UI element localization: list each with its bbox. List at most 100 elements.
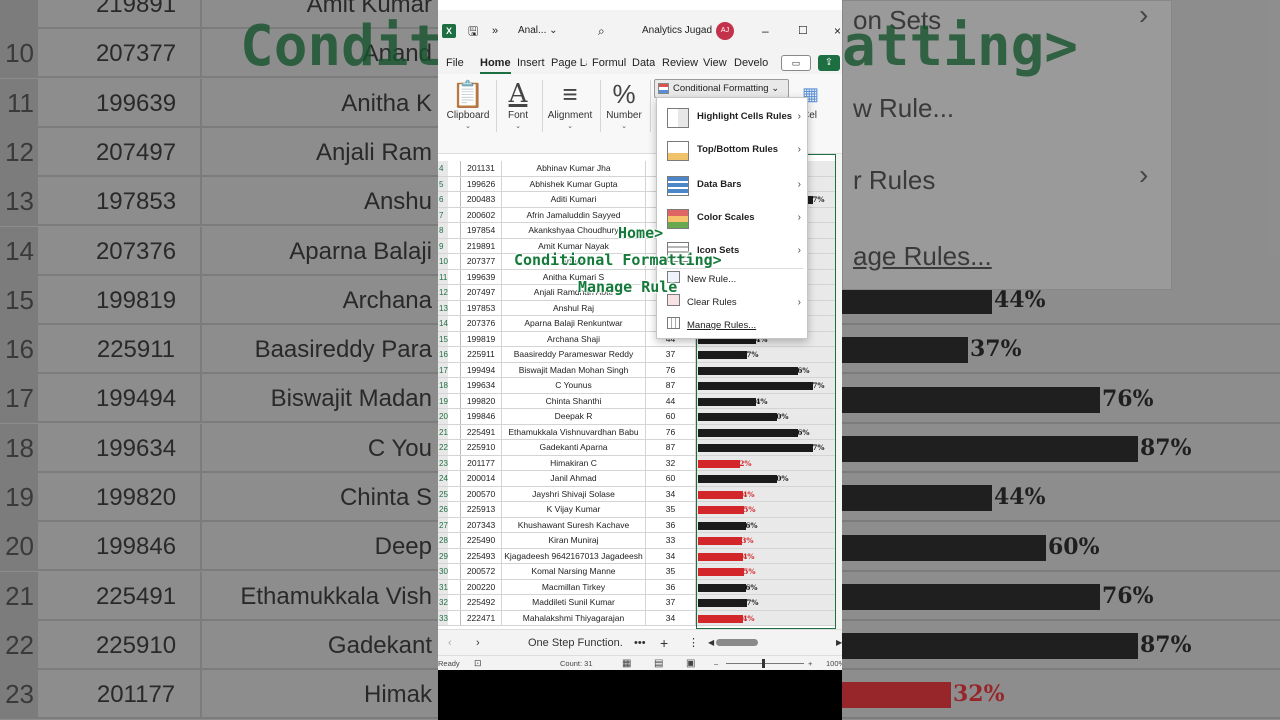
alignment-group[interactable]: ≡ Alignment ⌄ [540, 78, 600, 138]
table-row[interactable]: 27 207343 Khushawant Suresh Kachave 36 36% [438, 517, 842, 533]
table-row[interactable]: 18 199634 C Younus 87 87% [438, 378, 842, 394]
cell-emp-id[interactable]: 200483 [460, 192, 502, 207]
cell-emp-id[interactable]: 199626 [460, 176, 502, 191]
horizontal-scrollbar[interactable] [716, 639, 758, 646]
more-sheets-icon[interactable]: ••• [634, 630, 646, 656]
cell-name[interactable]: Khushawant Suresh Kachave [502, 517, 646, 532]
table-row[interactable]: 20 199846 Deepak R 60 60% [438, 409, 842, 425]
cell-name[interactable]: Aparna Balaji Renkuntwar [502, 316, 646, 331]
cell-score[interactable]: 76 [646, 362, 696, 377]
cell-name[interactable]: Deepak R [502, 409, 646, 424]
cell-name[interactable]: Macmillan Tirkey [502, 579, 646, 594]
cell-name[interactable]: Kjagadeesh 9642167013 Jagadeesh [502, 548, 646, 563]
tab-file[interactable]: File [446, 52, 464, 74]
tab-developer[interactable]: Develo [734, 52, 770, 74]
cell-data-bar[interactable]: 87% [696, 378, 836, 393]
prev-sheet-icon[interactable]: ‹ [448, 630, 452, 656]
cell-emp-id[interactable]: 225911 [460, 347, 502, 362]
cell-emp-id[interactable]: 199494 [460, 362, 502, 377]
comments-button[interactable]: ▭ [781, 55, 811, 71]
accessibility-icon[interactable]: ⊡ [474, 656, 482, 671]
cell-score[interactable]: 34 [646, 486, 696, 501]
row-header[interactable]: 25 [438, 486, 448, 501]
table-row[interactable]: 17 199494 Biswajit Madan Mohan Singh 76 76% [438, 362, 842, 378]
cell-emp-id[interactable]: 225490 [460, 533, 502, 548]
normal-view-icon[interactable]: ▦ [622, 656, 631, 671]
table-row[interactable]: 32 225492 Maddileti Sunil Kumar 37 37% [438, 595, 842, 611]
cell-data-bar[interactable]: 34% [696, 548, 836, 563]
table-row[interactable]: 19 199820 Chinta Shanthi 44 44% [438, 393, 842, 409]
cell-name[interactable]: Janil Ahmad [502, 471, 646, 486]
cell-emp-id[interactable]: 200014 [460, 471, 502, 486]
zoom-level[interactable]: 100% [826, 656, 842, 671]
maximize-icon[interactable]: ☐ [798, 10, 808, 52]
cell-emp-id[interactable]: 225913 [460, 502, 502, 517]
row-header[interactable]: 16 [438, 347, 448, 362]
cell-name[interactable]: Chinta Shanthi [502, 393, 646, 408]
cell-data-bar[interactable]: 60% [696, 409, 836, 424]
cell-name[interactable]: K Vijay Kumar [502, 502, 646, 517]
cell-data-bar[interactable]: 76% [696, 424, 836, 439]
clipboard-group[interactable]: 📋 Clipboard ⌄ [440, 78, 496, 138]
menu-item-highlight-cells-rules[interactable]: Highlight Cells Rules › [657, 102, 807, 132]
cell-emp-id[interactable]: 207376 [460, 316, 502, 331]
cell-emp-id[interactable]: 222471 [460, 610, 502, 625]
cell-name[interactable]: Mahalakshmi Thiyagarajan [502, 610, 646, 625]
table-row[interactable]: 30 200572 Komal Narsing Manne 35 35% [438, 564, 842, 580]
scroll-left-icon[interactable]: ◀ [708, 630, 714, 656]
cell-score[interactable]: 34 [646, 610, 696, 625]
cell-emp-id[interactable]: 207343 [460, 517, 502, 532]
cell-score[interactable]: 60 [646, 471, 696, 486]
cell-score[interactable]: 32 [646, 455, 696, 470]
cell-emp-id[interactable]: 219891 [460, 238, 502, 253]
zoom-slider[interactable] [726, 663, 804, 664]
cell-emp-id[interactable]: 225493 [460, 548, 502, 563]
cell-emp-id[interactable]: 200570 [460, 486, 502, 501]
menu-item-top-bottom-rules[interactable]: Top/Bottom Rules › [657, 135, 807, 165]
table-row[interactable]: 29 225493 Kjagadeesh 9642167013 Jagadeesh 3… [438, 548, 842, 564]
close-icon[interactable]: × [834, 10, 841, 52]
row-header[interactable]: 31 [438, 579, 448, 594]
row-header[interactable]: 21 [438, 424, 448, 439]
search-icon[interactable]: ⌕ [598, 10, 605, 52]
share-button[interactable]: ⇪ [818, 55, 840, 71]
row-header[interactable]: 17 [438, 362, 448, 377]
next-sheet-icon[interactable]: › [476, 630, 480, 656]
zoom-out-icon[interactable]: – [714, 656, 718, 671]
row-header[interactable]: 6 [438, 192, 448, 207]
cell-emp-id[interactable]: 201177 [460, 455, 502, 470]
cell-score[interactable]: 34 [646, 548, 696, 563]
cell-data-bar[interactable]: 35% [696, 564, 836, 579]
row-header[interactable]: 11 [438, 269, 448, 284]
cell-name[interactable]: Gadekanti Aparna [502, 440, 646, 455]
cell-emp-id[interactable]: 197854 [460, 223, 502, 238]
cell-name[interactable]: Maddileti Sunil Kumar [502, 595, 646, 610]
zoom-in-icon[interactable]: + [808, 656, 812, 671]
cell-name[interactable]: Komal Narsing Manne [502, 564, 646, 579]
row-header[interactable]: 27 [438, 517, 448, 532]
cell-score[interactable]: 87 [646, 378, 696, 393]
minimize-icon[interactable]: – [762, 10, 769, 52]
cell-score[interactable]: 44 [646, 393, 696, 408]
cell-emp-id[interactable]: 200572 [460, 564, 502, 579]
tab-insert[interactable]: Insert [517, 52, 545, 74]
cell-emp-id[interactable]: 225492 [460, 595, 502, 610]
table-row[interactable]: 22 225910 Gadekanti Aparna 87 87% [438, 440, 842, 456]
page-break-view-icon[interactable]: ▣ [686, 656, 695, 671]
row-header[interactable]: 32 [438, 595, 448, 610]
menu-item-data-bars[interactable]: Data Bars › [657, 170, 807, 200]
row-header[interactable]: 33 [438, 610, 448, 625]
row-header[interactable]: 5 [438, 176, 448, 191]
cell-name[interactable]: Jayshri Shivaji Solase [502, 486, 646, 501]
cell-data-bar[interactable]: 37% [696, 595, 836, 610]
cell-data-bar[interactable]: 44% [696, 393, 836, 408]
row-header[interactable]: 18 [438, 378, 448, 393]
add-sheet-icon[interactable]: + [660, 630, 668, 656]
row-header[interactable]: 22 [438, 440, 448, 455]
tab-home[interactable]: Home [480, 52, 511, 74]
row-header[interactable]: 10 [438, 254, 448, 269]
table-row[interactable]: 31 200220 Macmillan Tirkey 36 36% [438, 579, 842, 595]
menu-item-manage-rules[interactable]: Manage Rules... [657, 311, 807, 341]
cell-data-bar[interactable]: 60% [696, 471, 836, 486]
table-row[interactable]: 16 225911 Baasireddy Parameswar Reddy 37 37% [438, 347, 842, 363]
